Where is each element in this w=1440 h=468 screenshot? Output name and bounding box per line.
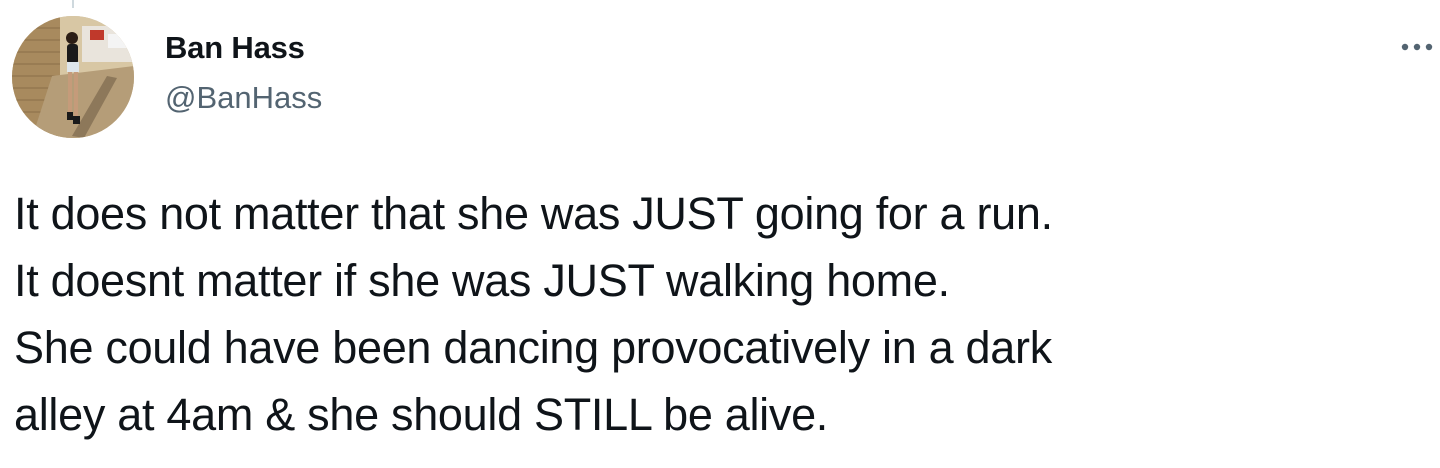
- tweet-text-line: It doesnt matter if she was JUST walking…: [14, 255, 950, 306]
- avatar[interactable]: [12, 16, 134, 138]
- tweet-text-line: alley at 4am & she should STILL be alive…: [14, 389, 829, 440]
- more-options-button[interactable]: [1400, 38, 1434, 56]
- tweet-card: Ban Hass @BanHass It does not matter tha…: [0, 0, 1440, 468]
- more-horizontal-icon: [1401, 43, 1433, 51]
- thread-connector-line: [72, 0, 74, 8]
- avatar-photo: [12, 16, 134, 138]
- tweet-text-line: It does not matter that she was JUST goi…: [14, 188, 1053, 239]
- author-handle[interactable]: @BanHass: [165, 79, 322, 117]
- tweet-text: It does not matter that she was JUST goi…: [14, 180, 1424, 448]
- tweet-text-line: She could have been dancing provocativel…: [14, 322, 1052, 373]
- author-display-name[interactable]: Ban Hass: [165, 29, 305, 67]
